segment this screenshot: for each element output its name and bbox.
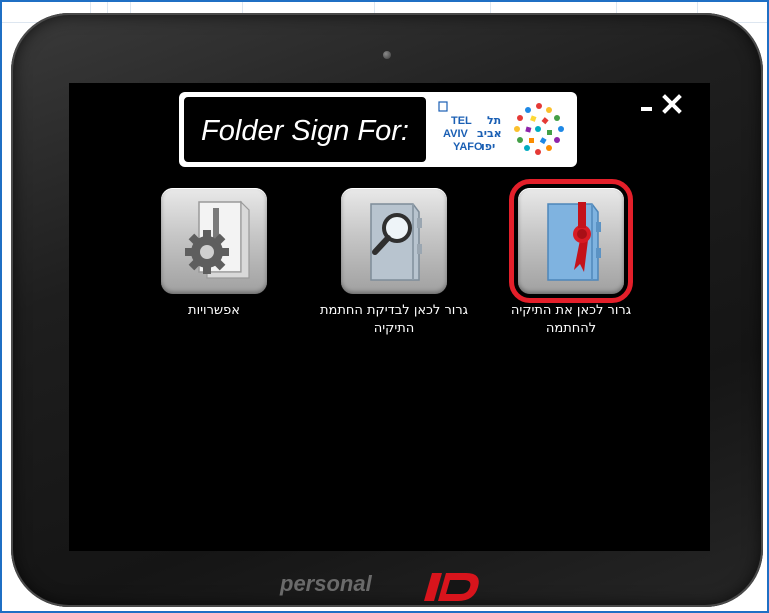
magnifier-folder-icon [341, 188, 447, 294]
header-banner: Folder Sign For: TEL AVIV YAFO תל אביב י… [179, 92, 577, 167]
verify-folder-label: גרור לכאן לבדיקת החתמת התיקיה [319, 303, 469, 336]
gear-document-icon [161, 188, 267, 294]
camera-icon [383, 51, 391, 59]
sealed-folder-icon [509, 179, 633, 303]
minimize-icon[interactable] [641, 107, 652, 111]
svg-text:TEL: TEL [451, 115, 472, 127]
header-title: Folder Sign For: [201, 115, 409, 147]
verify-folder-tile[interactable]: גרור לכאן לבדיקת החתמת התיקיה [309, 188, 479, 338]
app-screen: Folder Sign For: TEL AVIV YAFO תל אביב י… [69, 83, 710, 551]
svg-text:תל: תל [487, 114, 501, 127]
svg-text:YAFO: YAFO [453, 141, 483, 153]
sign-folder-label: גרור לכאן את התיקיה להחתמה [510, 303, 632, 336]
header-title-box: Folder Sign For: [182, 95, 428, 164]
svg-text:אביב: אביב [477, 127, 502, 140]
tablet-device: Folder Sign For: TEL AVIV YAFO תל אביב י… [11, 13, 763, 607]
tel-aviv-yafo-logo: TEL AVIV YAFO תל אביב יפו [438, 101, 564, 155]
app-frame: Folder Sign For: TEL AVIV YAFO תל אביב י… [0, 0, 769, 613]
svg-text:personal: personal [279, 571, 373, 596]
svg-text:יפו: יפו [481, 140, 495, 153]
svg-text:AVIV: AVIV [443, 128, 469, 140]
personal-id-logo: personal [279, 571, 479, 601]
options-tile[interactable]: אפשרויות [129, 188, 299, 320]
options-label: אפשרויות [188, 303, 240, 318]
sign-folder-tile[interactable]: גרור לכאן את התיקיה להחתמה [486, 179, 656, 338]
close-icon[interactable] [661, 93, 683, 115]
